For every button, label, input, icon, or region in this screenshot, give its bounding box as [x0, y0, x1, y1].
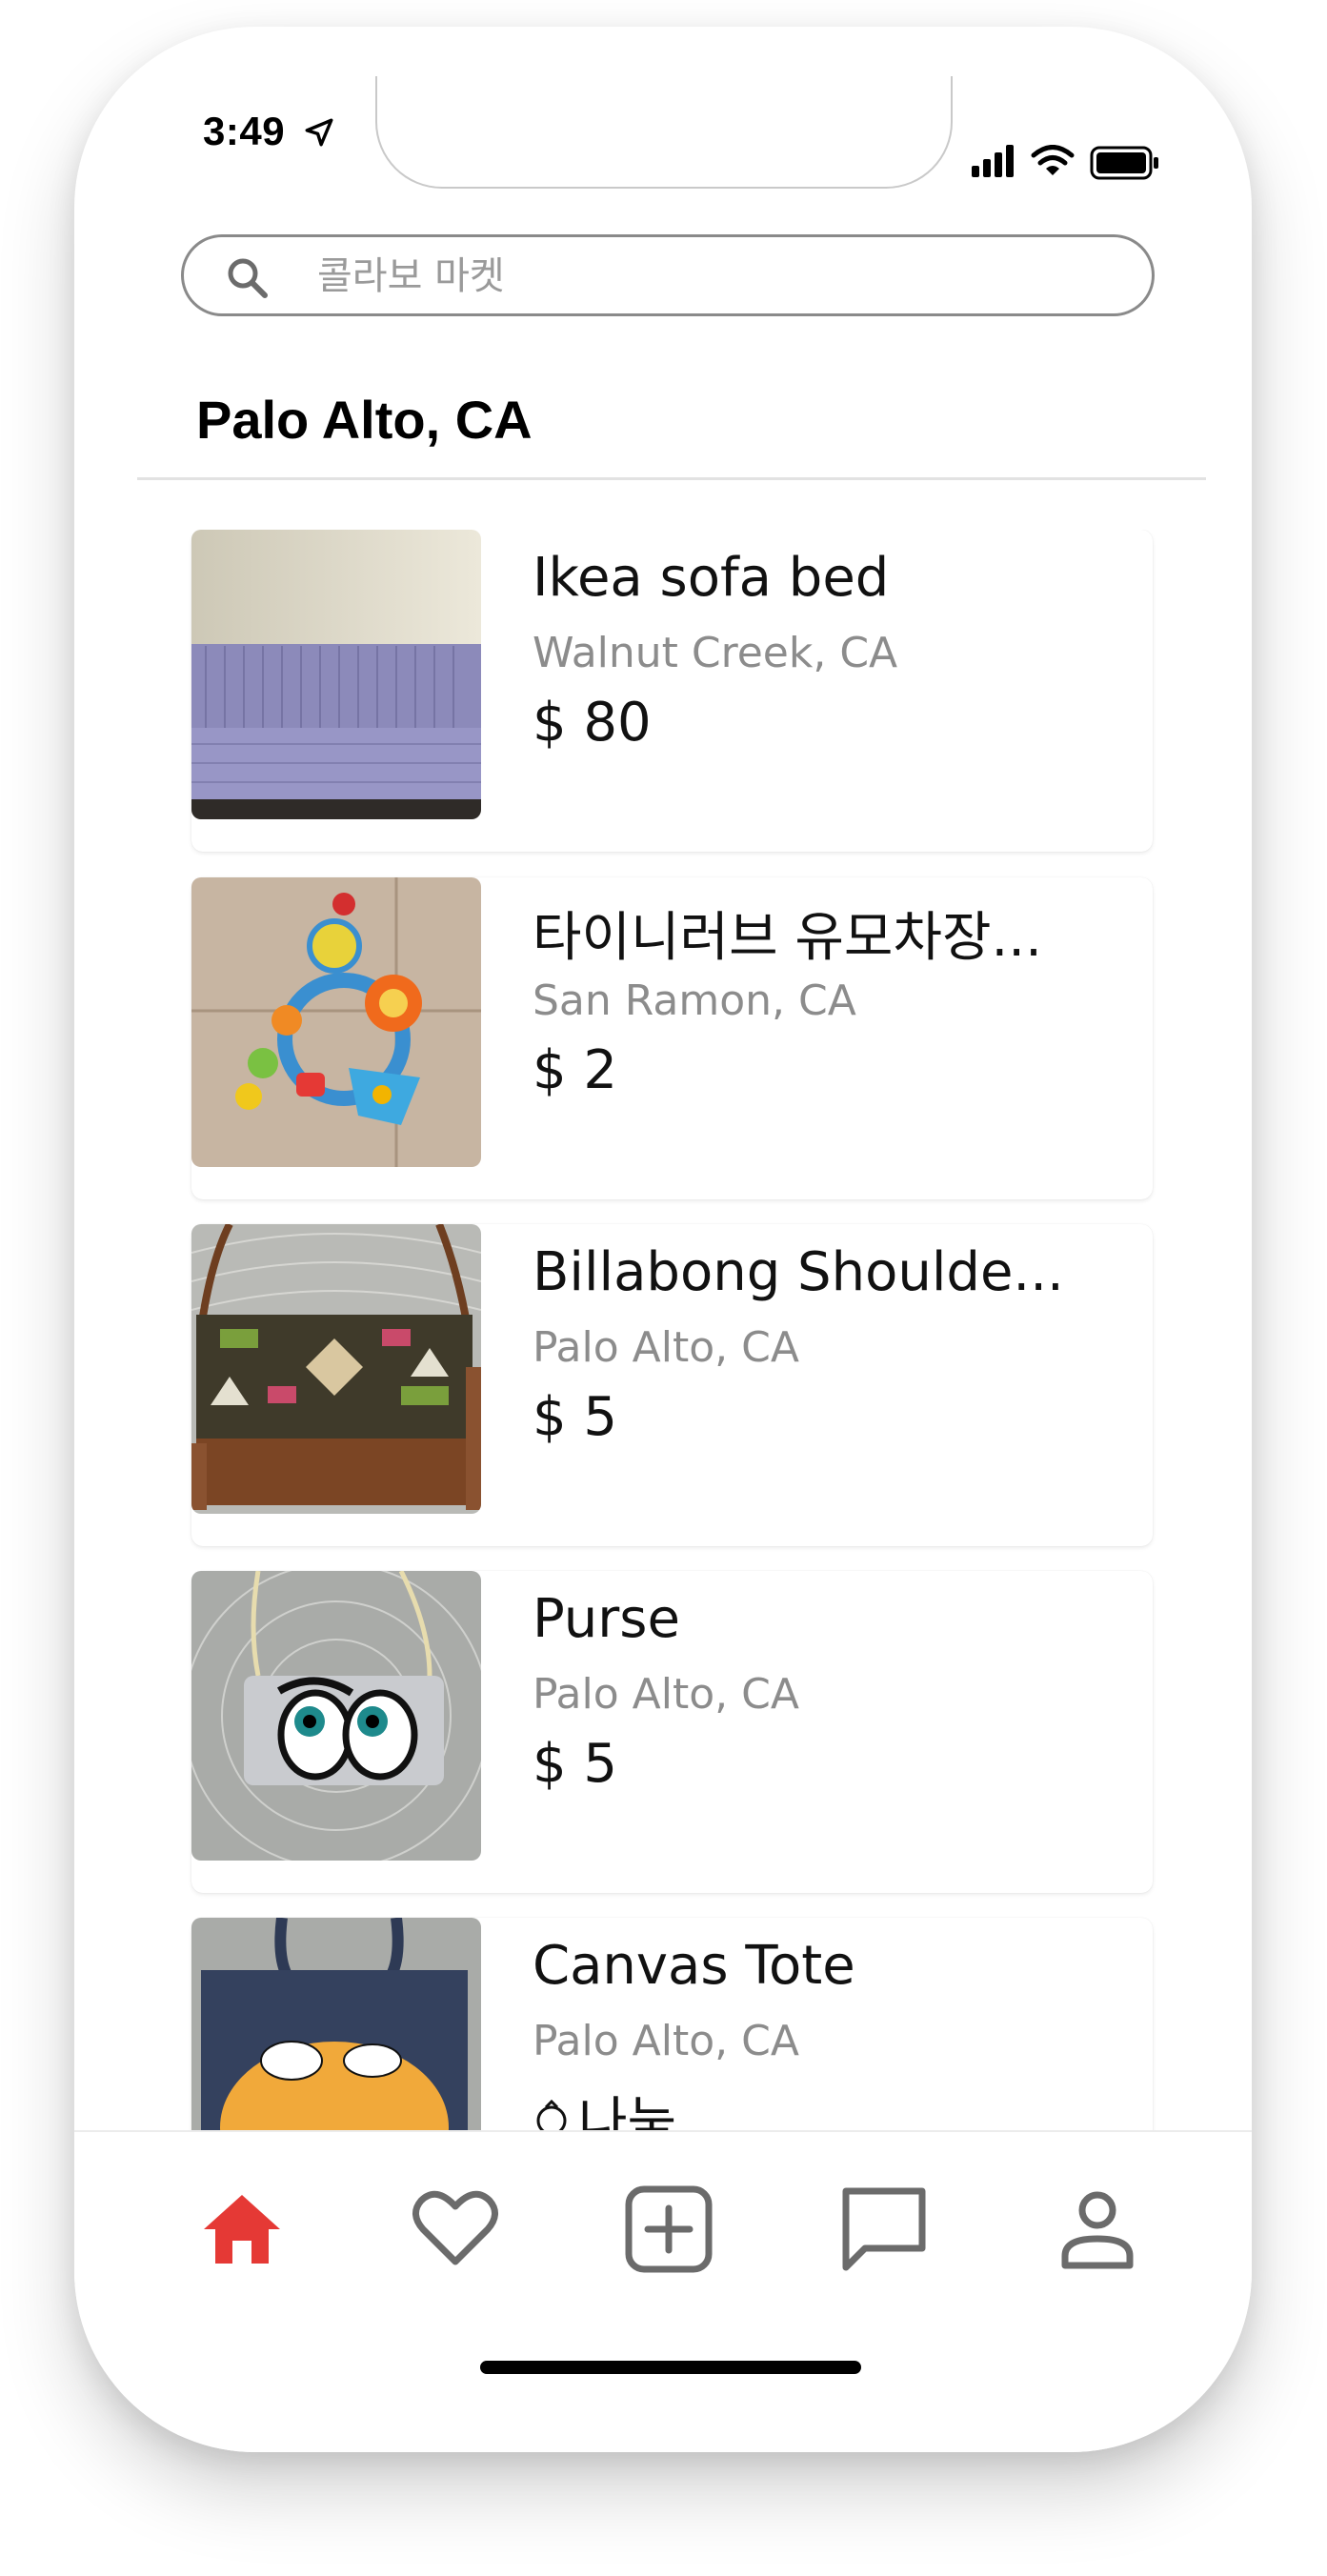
location-title[interactable]: Palo Alto, CA [196, 389, 533, 451]
search-input[interactable] [315, 249, 1100, 304]
nav-chat-button[interactable] [836, 2182, 932, 2277]
listing-price: $ 5 [533, 1386, 618, 1448]
listing-title: Ikea sofa bed [533, 547, 890, 609]
listing-price: $ 2 [533, 1039, 618, 1101]
nav-profile-button[interactable] [1050, 2182, 1145, 2277]
listing-feed[interactable]: Ikea sofa bed Walnut Creek, CA $ 80 타이니러… [74, 530, 1252, 2130]
listing-price: $ 5 [533, 1733, 618, 1795]
listing-card[interactable]: Canvas Tote Palo Alto, CA 나눔 [191, 1918, 1153, 2130]
listing-photo-purse [191, 1571, 481, 1861]
sharing-icon [536, 2099, 567, 2130]
location-arrow-icon [305, 118, 333, 147]
listing-location: Palo Alto, CA [533, 1670, 799, 1719]
status-time: 3:49 [203, 109, 286, 153]
nav-favorites-button[interactable] [408, 2182, 503, 2277]
listing-location: Palo Alto, CA [533, 2017, 799, 2065]
listing-photo-baby-toy [191, 877, 481, 1167]
home-icon [204, 2195, 280, 2264]
wifi-icon [1031, 145, 1075, 175]
search-bar[interactable] [181, 234, 1155, 316]
listing-price: $ 80 [533, 692, 652, 754]
phone-frame: 3:49 Palo Alt [74, 27, 1252, 2452]
listing-title: Canvas Tote [533, 1935, 855, 1997]
battery-icon [1090, 146, 1158, 180]
listing-price-text: 나눔 [578, 2092, 677, 2130]
heart-icon [412, 2190, 498, 2265]
search-icon [228, 258, 268, 298]
listing-title: Billabong Shoulde... [533, 1241, 1064, 1303]
listing-photo-shoulder-bag [191, 1224, 481, 1514]
bottom-navigation [74, 2130, 1252, 2452]
listing-title: Purse [533, 1588, 680, 1650]
home-indicator[interactable] [480, 2361, 861, 2374]
header-divider [137, 477, 1206, 480]
add-square-icon [625, 2185, 713, 2273]
listing-card[interactable]: Billabong Shoulde... Palo Alto, CA $ 5 [191, 1224, 1153, 1546]
listing-card[interactable]: Purse Palo Alto, CA $ 5 [191, 1571, 1153, 1893]
chat-icon [842, 2187, 926, 2271]
listing-card[interactable]: 타이니러브 유모차장... San Ramon, CA $ 2 [191, 877, 1153, 1199]
listing-location: Palo Alto, CA [533, 1323, 799, 1372]
listing-location: San Ramon, CA [533, 976, 856, 1025]
listing-card[interactable]: Ikea sofa bed Walnut Creek, CA $ 80 [191, 530, 1153, 852]
nav-add-listing-button[interactable] [621, 2182, 716, 2277]
listing-title: 타이니러브 유모차장... [533, 907, 1042, 969]
app-screen: 3:49 Palo Alt [74, 27, 1252, 2452]
cellular-signal-icon [972, 145, 1014, 177]
listing-photo-sofa-bed [191, 530, 481, 819]
listing-location: Walnut Creek, CA [533, 629, 898, 677]
nav-home-button[interactable] [194, 2182, 290, 2277]
device-notch [375, 76, 953, 189]
listing-price: 나눔 [533, 2080, 676, 2130]
listing-photo-canvas-tote [191, 1918, 481, 2130]
profile-icon [1061, 2191, 1134, 2269]
